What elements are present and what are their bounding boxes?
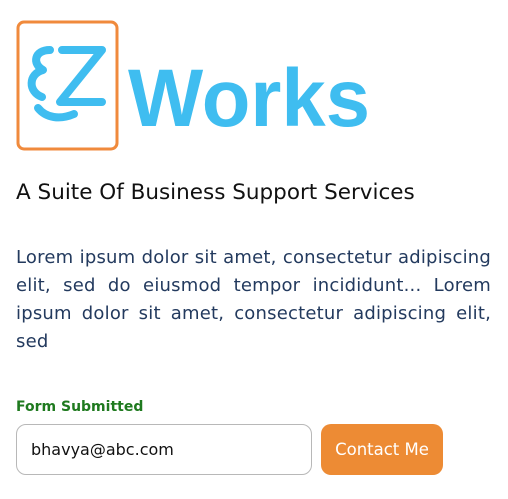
page-tagline: A Suite Of Business Support Services	[16, 180, 415, 205]
logo-wordmark: Works	[128, 53, 370, 144]
description-text: Lorem ipsum dolor sit amet, consectetur …	[16, 247, 491, 352]
ez-works-logo: Works	[16, 20, 376, 152]
logo-ez-mark	[27, 46, 106, 122]
email-input[interactable]	[16, 424, 312, 475]
form-status-message: Form Submitted	[16, 399, 144, 415]
contact-me-button[interactable]: Contact Me	[321, 424, 443, 475]
